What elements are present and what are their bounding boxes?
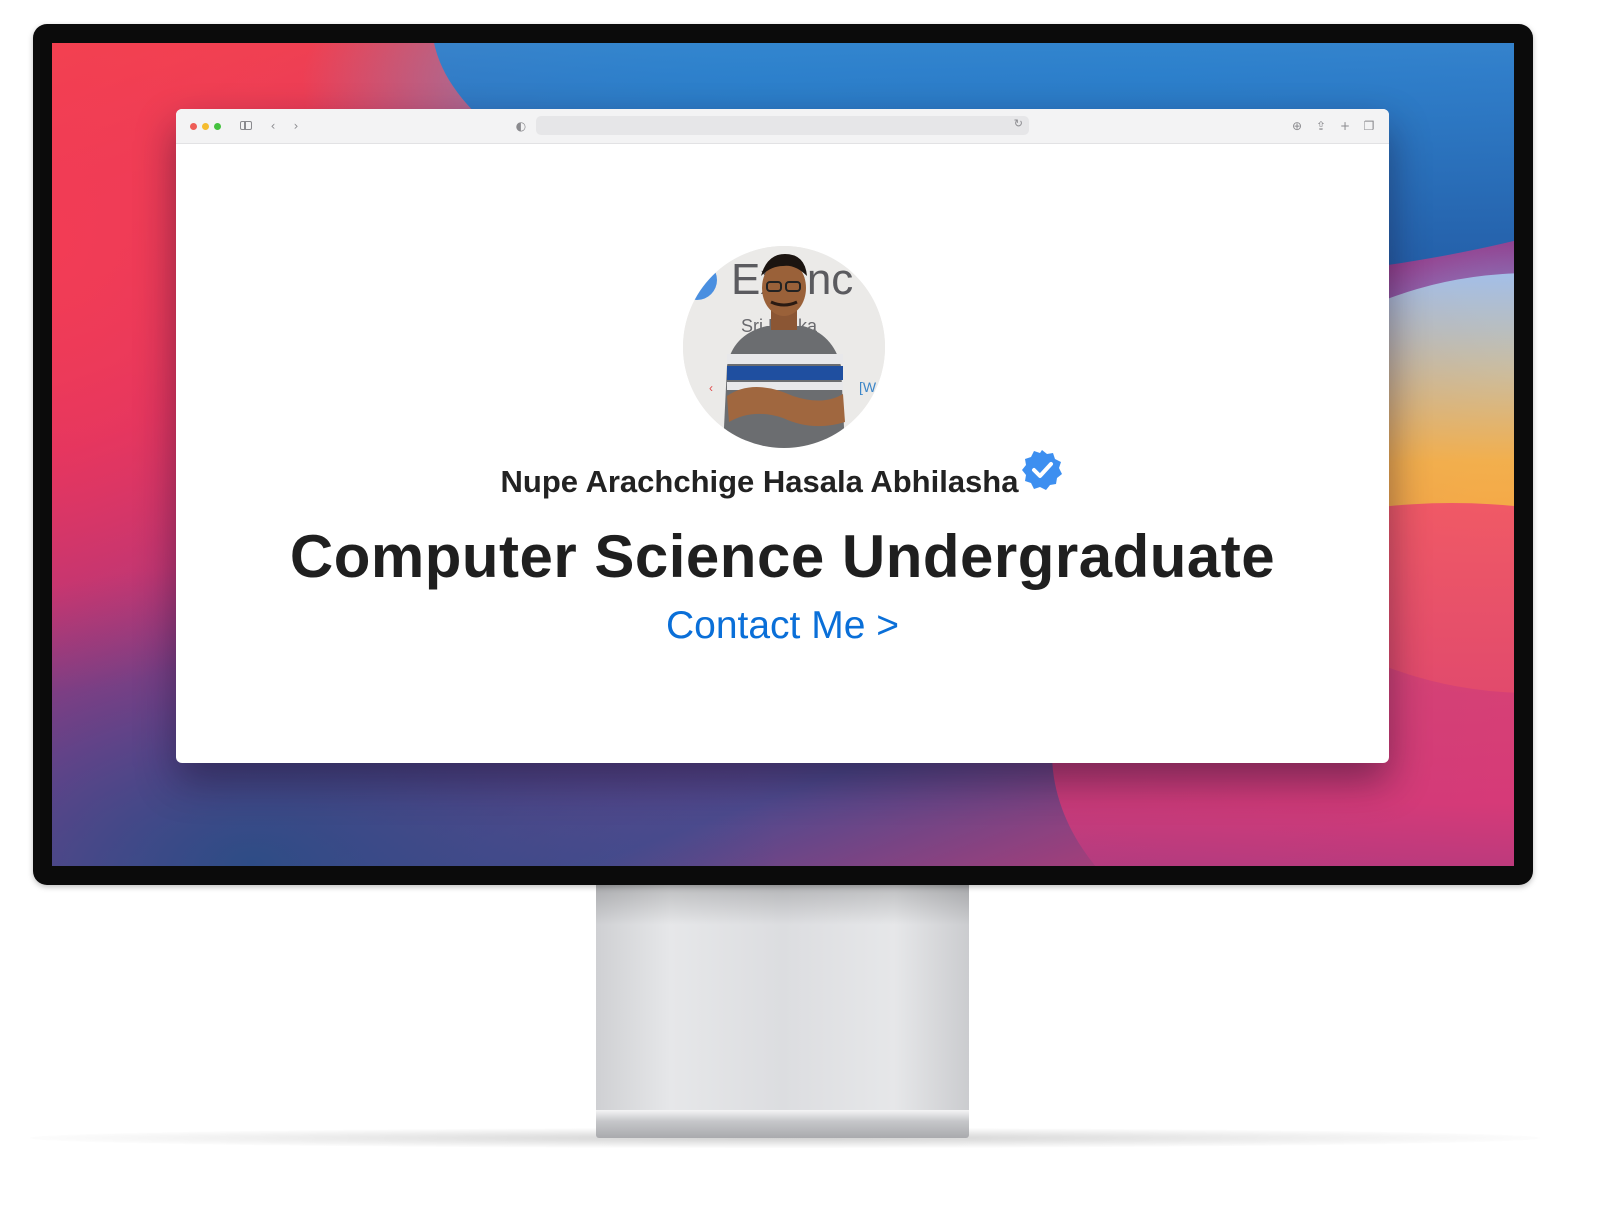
profile-name-row: Nupe Arachchige Hasala Abhilasha	[176, 450, 1389, 504]
monitor-stand-base	[596, 1110, 969, 1138]
zoom-window-button[interactable]	[214, 123, 221, 130]
share-icon[interactable]: ⇪	[1314, 118, 1328, 134]
shield-icon[interactable]: ◐	[514, 118, 528, 134]
back-icon[interactable]: ‹	[268, 118, 278, 134]
reload-icon[interactable]: ↻	[1014, 117, 1023, 130]
browser-window: ‹ › ◐ ↻ ⊕ ⇪ + ❐ Exenc Sri Lanka	[176, 109, 1389, 763]
verified-badge-icon	[1022, 450, 1063, 490]
profile-headline: Computer Science Undergraduate	[289, 523, 1276, 590]
new-tab-icon[interactable]: +	[1338, 118, 1352, 134]
contact-me-link[interactable]: Contact Me >	[176, 599, 1389, 653]
profile-name: Nupe Arachchige Hasala Abhilasha	[500, 464, 1019, 499]
browser-toolbar: ‹ › ◐ ↻ ⊕ ⇪ + ❐	[176, 109, 1389, 144]
profile-photo: Exenc Sri Lanka ‹ [W	[683, 246, 885, 448]
minimize-window-button[interactable]	[202, 123, 209, 130]
profile-avatar: Exenc Sri Lanka ‹ [W	[683, 246, 885, 448]
download-icon[interactable]: ⊕	[1290, 118, 1304, 134]
sidebar-icon[interactable]	[240, 121, 252, 130]
forward-icon[interactable]: ›	[291, 118, 301, 134]
tabs-overview-icon[interactable]: ❐	[1362, 118, 1376, 134]
monitor-stand	[596, 885, 969, 1115]
address-bar[interactable]: ↻	[536, 116, 1029, 135]
close-window-button[interactable]	[190, 123, 197, 130]
svg-text:‹: ‹	[709, 381, 713, 395]
svg-text:[W: [W	[859, 379, 877, 395]
